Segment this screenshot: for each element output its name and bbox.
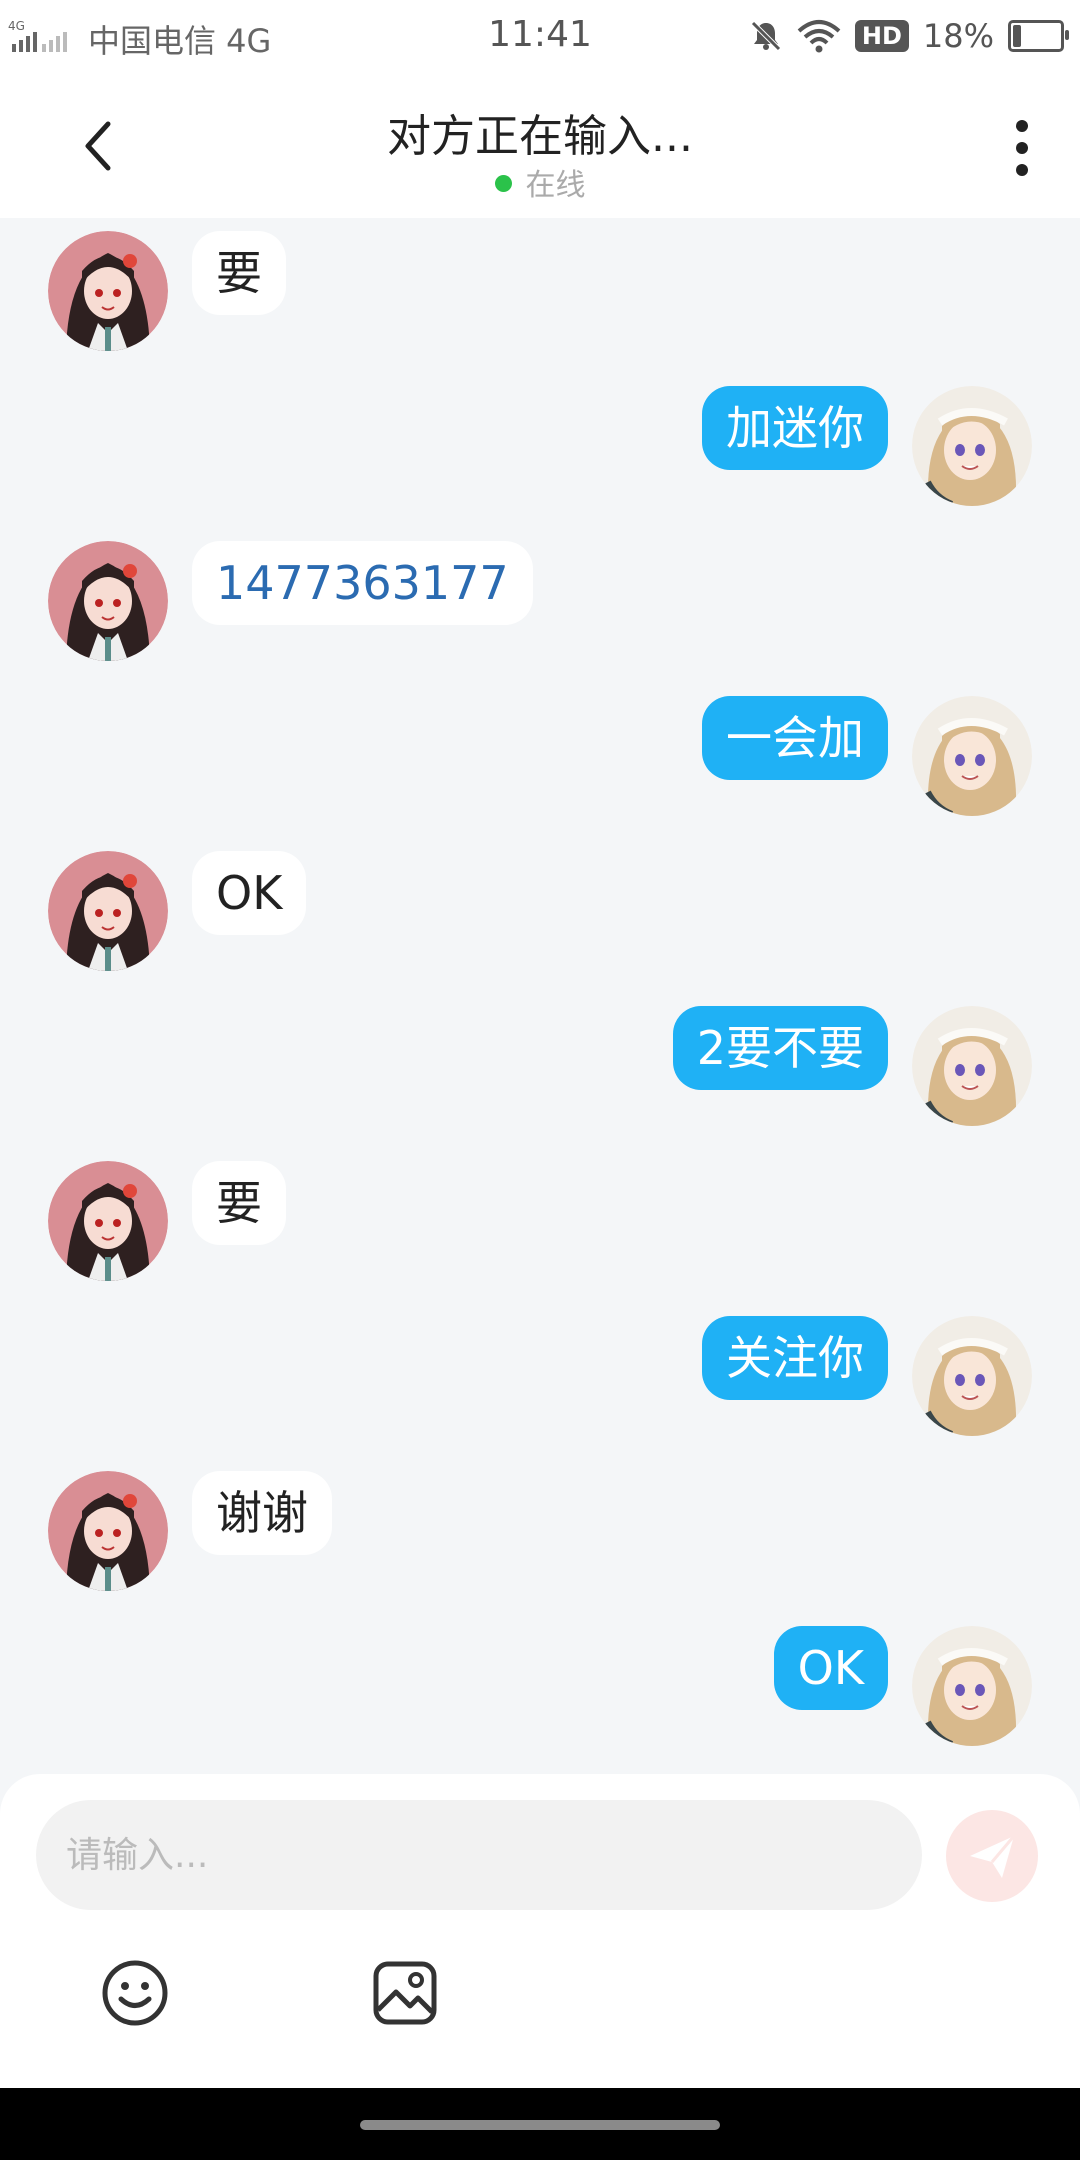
- outgoing-message: 关注你: [0, 1316, 1080, 1440]
- message-bubble-link[interactable]: 1477363177: [192, 541, 533, 625]
- message-bubble[interactable]: OK: [192, 851, 307, 935]
- contact-avatar[interactable]: [48, 1161, 168, 1281]
- chat-title: 对方正在输入...: [387, 111, 693, 162]
- send-icon: [970, 1835, 1016, 1878]
- image-icon[interactable]: [370, 1958, 440, 2028]
- system-nav-bar: [0, 2088, 1080, 2160]
- message-bubble[interactable]: 2要不要: [672, 1006, 888, 1090]
- message-bubble[interactable]: 加迷你: [702, 386, 888, 470]
- status-right-group: HD 18%: [749, 14, 1069, 58]
- outgoing-message: 2要不要: [0, 1006, 1080, 1130]
- contact-avatar[interactable]: [48, 541, 168, 661]
- battery-percent: 18%: [922, 17, 994, 55]
- my-avatar[interactable]: [912, 386, 1032, 506]
- message-bubble[interactable]: 要: [192, 1161, 286, 1245]
- contact-avatar[interactable]: [48, 231, 168, 351]
- home-indicator[interactable]: [360, 2120, 720, 2130]
- battery-icon: [1008, 20, 1069, 52]
- incoming-message: 要: [0, 1161, 1080, 1285]
- contact-avatar[interactable]: [48, 1471, 168, 1591]
- online-dot-icon: [494, 175, 512, 192]
- message-input[interactable]: [36, 1800, 922, 1910]
- incoming-message: 谢谢: [0, 1471, 1080, 1595]
- contact-avatar[interactable]: [48, 851, 168, 971]
- outgoing-message: OK: [0, 1626, 1080, 1750]
- incoming-message: 1477363177: [0, 541, 1080, 665]
- message-bubble[interactable]: 要: [192, 231, 286, 315]
- my-avatar[interactable]: [912, 696, 1032, 816]
- online-status-label: 在线: [525, 168, 586, 203]
- my-avatar[interactable]: [912, 1626, 1032, 1746]
- outgoing-message: 加迷你: [0, 386, 1080, 510]
- incoming-message: OK: [0, 851, 1080, 975]
- chat-header: 对方正在输入... 在线: [0, 74, 1080, 218]
- outgoing-message: 一会加: [0, 696, 1080, 820]
- message-bubble[interactable]: 谢谢: [192, 1471, 332, 1555]
- send-button[interactable]: [946, 1810, 1038, 1902]
- message-bubble[interactable]: 关注你: [702, 1316, 888, 1400]
- my-avatar[interactable]: [912, 1316, 1032, 1436]
- more-vertical-icon[interactable]: [1014, 118, 1030, 178]
- message-bubble[interactable]: 一会加: [702, 696, 888, 780]
- input-panel: [0, 1774, 1080, 2088]
- status-bar: 4G 中国电信 4G 11:41 HD 18%: [0, 0, 1080, 74]
- message-list[interactable]: 要加迷你 1477363177 一会加 OK 2要不要要关注你 谢谢 OK: [0, 218, 1080, 1778]
- incoming-message: 要: [0, 231, 1080, 355]
- emoji-icon[interactable]: [100, 1958, 170, 2028]
- hd-badge: HD: [854, 20, 909, 52]
- my-avatar[interactable]: [912, 1006, 1032, 1126]
- wifi-icon: [797, 20, 841, 53]
- message-bubble[interactable]: OK: [773, 1626, 888, 1710]
- bell-muted-icon: [751, 21, 781, 51]
- online-status: 在线: [0, 160, 1080, 204]
